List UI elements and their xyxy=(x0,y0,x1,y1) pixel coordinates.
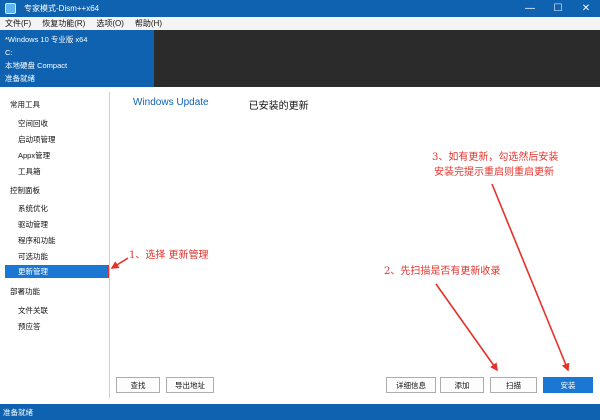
sidebar-category-deploy: 部署功能 xyxy=(10,287,40,296)
find-button[interactable]: 查找 xyxy=(116,377,160,393)
menu-file[interactable]: 文件(F) xyxy=(0,18,37,29)
menu-help[interactable]: 帮助(H) xyxy=(130,18,168,29)
app-icon xyxy=(5,3,16,14)
session-drive: C: xyxy=(5,48,13,57)
add-button[interactable]: 添加 xyxy=(440,377,484,393)
sidebar: 常用工具 空间回收 启动项管理 Appx管理 工具箱 控制面板 系统优化 驱动管… xyxy=(0,92,110,398)
session-area: *Windows 10 专业版 x64 C: 本地硬盘 Compact 准备就绪 xyxy=(0,30,600,87)
annotation-step3-line1: 3、如有更新，勾选然后安装 xyxy=(432,152,559,163)
session-os: *Windows 10 专业版 x64 xyxy=(5,35,88,44)
window-title: 专家模式-Dism++x64 xyxy=(24,4,100,13)
sidebar-item-optional-features[interactable]: 可选功能 xyxy=(18,251,48,262)
menu-bar: 文件(F) 恢复功能(R) 选项(O) 帮助(H) xyxy=(0,17,600,30)
sidebar-item-file-assoc[interactable]: 文件关联 xyxy=(18,305,48,316)
session-disk: 本地硬盘 Compact xyxy=(5,61,68,70)
close-icon[interactable]: ✕ xyxy=(572,0,600,17)
annotation-step2: 2、先扫描是否有更新收录 xyxy=(384,266,501,277)
title-bar: 专家模式-Dism++x64 — ☐ ✕ xyxy=(0,0,600,17)
sidebar-item-toolbox[interactable]: 工具箱 xyxy=(18,166,41,177)
status-text: 准备就绪 xyxy=(3,407,33,417)
sidebar-category-tools: 常用工具 xyxy=(10,100,40,109)
sidebar-item-update-manager[interactable]: 更新管理 xyxy=(5,265,109,278)
status-bar: 准备就绪 xyxy=(0,404,600,420)
window-controls: — ☐ ✕ xyxy=(516,0,600,17)
sidebar-item-answer-file[interactable]: 预应答 xyxy=(18,321,41,332)
install-button[interactable]: 安装 xyxy=(543,377,593,393)
session-tile[interactable]: *Windows 10 专业版 x64 C: 本地硬盘 Compact 准备就绪 xyxy=(0,30,154,87)
export-address-button[interactable]: 导出地址 xyxy=(166,377,214,393)
main-area: 常用工具 空间回收 启动项管理 Appx管理 工具箱 控制面板 系统优化 驱动管… xyxy=(0,87,600,404)
menu-restore[interactable]: 恢复功能(R) xyxy=(37,18,91,29)
maximize-icon[interactable]: ☐ xyxy=(544,0,572,17)
sidebar-category-control-panel: 控制面板 xyxy=(10,186,40,195)
scan-button[interactable]: 扫描 xyxy=(490,377,537,393)
sidebar-item-system-optimize[interactable]: 系统优化 xyxy=(18,203,48,214)
sidebar-item-appx[interactable]: Appx管理 xyxy=(18,150,50,161)
menu-options[interactable]: 选项(O) xyxy=(91,18,130,29)
sidebar-item-drivers[interactable]: 驱动管理 xyxy=(18,219,48,230)
details-button[interactable]: 详细信息 xyxy=(386,377,436,393)
sidebar-item-programs[interactable]: 程序和功能 xyxy=(18,235,56,246)
tab-windows-update[interactable]: Windows Update xyxy=(133,97,209,112)
annotation-step1: 1、选择 更新管理 xyxy=(129,250,209,261)
annotation-step3-line2: 安装完提示重启则重启更新 xyxy=(434,167,554,178)
tab-bar: Windows Update 已安装的更新 xyxy=(133,97,349,112)
sidebar-item-startup[interactable]: 启动项管理 xyxy=(18,134,56,145)
session-status: 准备就绪 xyxy=(5,74,35,83)
tab-installed-updates[interactable]: 已安装的更新 xyxy=(249,97,309,112)
minimize-icon[interactable]: — xyxy=(516,0,544,17)
sidebar-item-space-cleanup[interactable]: 空间回收 xyxy=(18,118,48,129)
